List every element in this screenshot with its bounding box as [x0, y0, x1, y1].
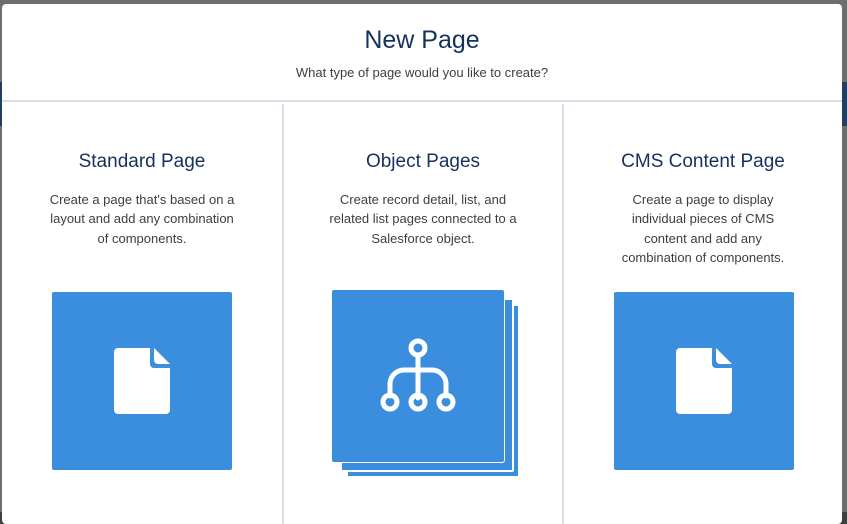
modal-subtitle: What type of page would you like to crea…	[295, 65, 549, 80]
document-icon	[676, 348, 732, 414]
new-page-modal: New Page What type of page would you lik…	[2, 4, 842, 524]
option-description: Create record detail, list, and related …	[329, 192, 517, 246]
page-type-options: Standard Page Create a page that's based…	[2, 104, 842, 524]
modal-header: New Page What type of page would you lik…	[2, 4, 842, 102]
document-icon	[114, 348, 170, 414]
modal-title: New Page	[364, 26, 480, 54]
option-title: CMS Content Page	[621, 151, 785, 172]
option-description: Create a page to display individual piec…	[621, 192, 785, 265]
hierarchy-icon	[380, 338, 456, 412]
option-object-pages[interactable]: Object Pages Create record detail, list,…	[282, 104, 562, 524]
tile-cms-content-page[interactable]	[614, 292, 794, 470]
option-tile[interactable]	[52, 292, 232, 470]
option-title: Object Pages	[365, 151, 481, 172]
option-tile[interactable]	[332, 290, 520, 478]
option-cms-content-page[interactable]: CMS Content Page Create a page to displa…	[562, 104, 842, 524]
option-title: Standard Page	[78, 151, 206, 172]
option-description: Create a page that's based on a layout a…	[49, 192, 235, 246]
tile-standard-page[interactable]	[52, 292, 232, 470]
option-tile[interactable]	[614, 292, 794, 470]
tile-object-pages[interactable]	[332, 290, 504, 462]
option-standard-page[interactable]: Standard Page Create a page that's based…	[2, 104, 282, 524]
